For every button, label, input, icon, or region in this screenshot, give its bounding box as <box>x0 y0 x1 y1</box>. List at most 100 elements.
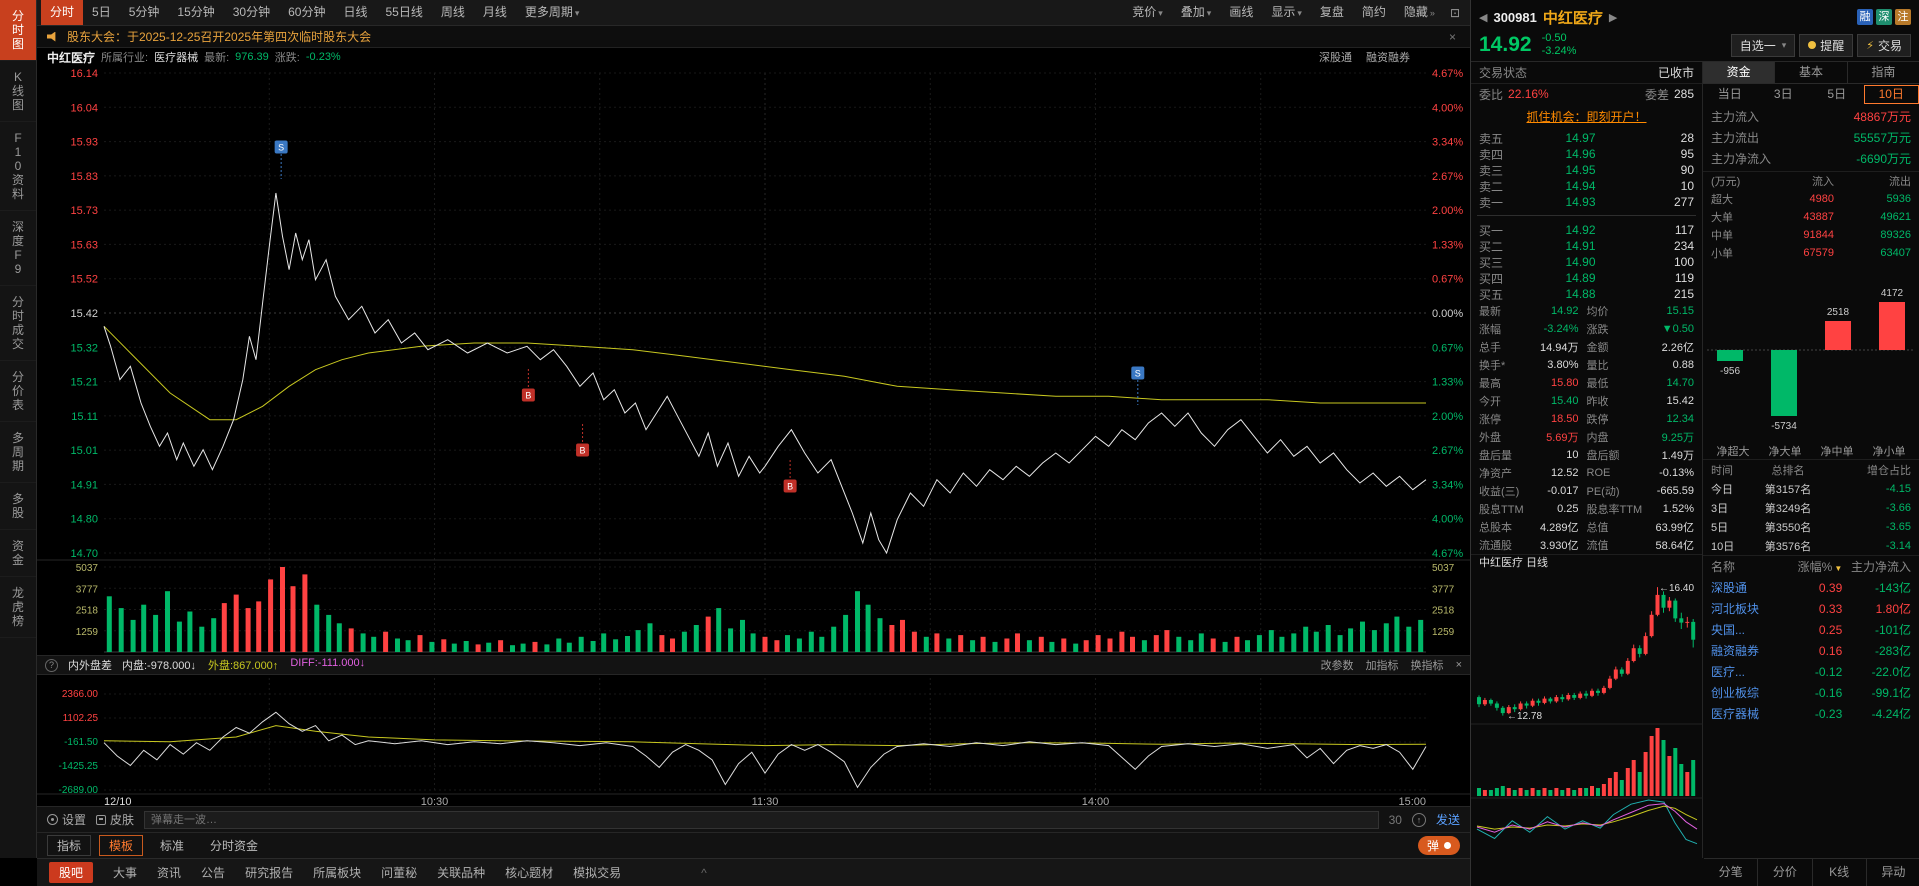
panel-bottom-tab-K线[interactable]: K线 <box>1811 859 1866 886</box>
fund-tab-基本[interactable]: 基本 <box>1774 62 1847 84</box>
indicator-tab[interactable]: 分时资金 <box>201 836 267 855</box>
bottom-tab-股吧[interactable]: 股吧 <box>49 862 94 883</box>
sidebar-item-多周期[interactable]: 多 周 期 <box>0 422 36 483</box>
sector-row[interactable]: 医疗... -0.12 -22.0亿 <box>1703 661 1919 682</box>
sidebar-item-F10资料[interactable]: F 1 0 资 料 <box>0 122 36 211</box>
toolbar-period-tab[interactable]: 55日线 <box>376 0 431 25</box>
sidebar-item-资金[interactable]: 资 金 <box>0 530 36 577</box>
svg-text:1.33%: 1.33% <box>1432 377 1463 389</box>
toolbar-button[interactable]: 复盘 <box>1311 0 1353 25</box>
indicator-tab[interactable]: 模板 <box>99 835 144 856</box>
indicator-action[interactable]: 改参数 <box>1321 657 1354 673</box>
sidebar-item-分时成交[interactable]: 分 时 成 交 <box>0 286 36 361</box>
toolbar-period-tab[interactable]: 15分钟 <box>168 0 223 25</box>
indicator-tab[interactable]: 标准 <box>151 836 193 855</box>
toolbar-period-tab[interactable]: 5分钟 <box>120 0 169 25</box>
announcement-text[interactable]: 股东大会：于2025-12-25召开2025年第四次临时股东大会 <box>67 28 371 45</box>
bottom-tab-模拟交易[interactable]: 模拟交易 <box>573 864 621 881</box>
bottom-tab-关联品种[interactable]: 关联品种 <box>437 864 485 881</box>
add-watchlist-button[interactable]: 自选一 ▾ <box>1730 33 1796 57</box>
skin-button[interactable]: 皮肤 <box>96 811 134 828</box>
market-tag[interactable]: 融资融券 <box>1366 49 1410 65</box>
toolbar-hide-button[interactable]: 隐藏» <box>1395 0 1444 26</box>
mini-chart-title[interactable]: 中红医疗 日线 <box>1471 554 1702 572</box>
toolbar-button[interactable]: 显示 ▾ <box>1262 0 1311 26</box>
fund-period-10日[interactable]: 10日 <box>1863 84 1919 104</box>
toolbar-button[interactable]: 简约 <box>1353 0 1395 25</box>
market-tag[interactable]: 深股通 <box>1319 49 1352 65</box>
sidebar-item-分价表[interactable]: 分 价 表 <box>0 361 36 422</box>
timeline-chart-region[interactable]: 16.14 4.67% 16.04 4.00% 15.93 3.34% 15.83 2.67%… <box>37 66 1470 806</box>
industry-value[interactable]: 医疗器械 <box>154 49 198 65</box>
fund-tab-指南[interactable]: 指南 <box>1846 62 1919 84</box>
bid-row[interactable]: 买二 14.91 234 <box>1471 238 1702 254</box>
bottom-tab-大事[interactable]: 大事 <box>113 864 137 881</box>
help-icon[interactable]: ? <box>45 658 58 672</box>
bid-row[interactable]: 买一 14.92 117 <box>1471 222 1702 238</box>
panel-bottom-tab-分笔[interactable]: 分笔 <box>1704 859 1757 886</box>
panel-bottom-tab-分价[interactable]: 分价 <box>1757 859 1811 886</box>
toolbar-button[interactable]: 叠加 ▾ <box>1172 0 1221 26</box>
bottom-tab-所属板块[interactable]: 所属板块 <box>313 864 361 881</box>
sector-row[interactable]: 融资融券 0.16 -283亿 <box>1703 640 1919 661</box>
sidebar-item-深度F9[interactable]: 深 度 F 9 <box>0 211 36 286</box>
expand-icon[interactable]: ⊡ <box>1444 6 1466 20</box>
trade-button[interactable]: ⚡ 交易 <box>1857 33 1911 57</box>
toolbar-period-tab[interactable]: 月线 <box>474 0 516 25</box>
toolbar-button[interactable]: 竞价 ▾ <box>1123 0 1172 26</box>
fund-period-当日[interactable]: 当日 <box>1703 85 1757 104</box>
bottom-tab-核心题材[interactable]: 核心题材 <box>505 864 553 881</box>
sector-row[interactable]: 深股通 0.39 -143亿 <box>1703 577 1919 598</box>
sidebar-item-分时图[interactable]: 分 时 图 <box>0 0 36 61</box>
bottom-tab-资讯[interactable]: 资讯 <box>157 864 181 881</box>
sidebar-item-龙虎榜[interactable]: 龙 虎 榜 <box>0 577 36 638</box>
toolbar-period-tab[interactable]: 更多周期 ▾ <box>516 0 589 26</box>
ask-row[interactable]: 卖四 14.96 95 <box>1471 146 1702 162</box>
ask-row[interactable]: 卖三 14.95 90 <box>1471 162 1702 178</box>
toolbar-period-tab[interactable]: 分时 <box>41 0 84 25</box>
indicator-action[interactable]: 加指标 <box>1366 657 1399 673</box>
toolbar-period-tab[interactable]: 日线 <box>334 0 376 25</box>
sector-row[interactable]: 创业板综 -0.16 -99.1亿 <box>1703 682 1919 703</box>
toolbar-period-tab[interactable]: 60分钟 <box>279 0 334 25</box>
indicator-tab[interactable]: 指标 <box>47 835 92 856</box>
bid-row[interactable]: 买四 14.89 119 <box>1471 270 1702 286</box>
indicator-name[interactable]: 内外盘差 <box>68 657 112 673</box>
daily-kline-mini-chart[interactable]: ←16.40 ←12.78 <box>1471 572 1703 856</box>
ask-row[interactable]: 卖一 14.93 277 <box>1471 194 1702 210</box>
ask-row[interactable]: 卖二 14.94 10 <box>1471 178 1702 194</box>
toolbar-period-tab[interactable]: 周线 <box>432 0 474 25</box>
send-mode-icon[interactable]: ↑ <box>1411 812 1426 827</box>
toolbar-period-tab[interactable]: 5日 <box>83 0 120 25</box>
bottom-tab-研究报告[interactable]: 研究报告 <box>245 864 293 881</box>
close-icon[interactable]: × <box>1445 30 1460 44</box>
sector-row[interactable]: 河北板块 0.33 1.80亿 <box>1703 598 1919 619</box>
fund-period-3日[interactable]: 3日 <box>1757 85 1811 104</box>
send-button[interactable]: 发送 <box>1436 811 1460 828</box>
panel-bottom-tab-异动[interactable]: 异动 <box>1865 859 1919 886</box>
danmu-input[interactable] <box>144 810 1379 829</box>
open-account-ad-link[interactable]: 抓住机会：即刻开户！ <box>1471 104 1702 130</box>
sidebar-item-多股[interactable]: 多 股 <box>0 483 36 530</box>
indicator-action[interactable]: 换指标 <box>1411 657 1444 673</box>
ask-row[interactable]: 卖五 14.97 28 <box>1471 130 1702 146</box>
bottom-tab-公告[interactable]: 公告 <box>201 864 225 881</box>
bid-row[interactable]: 买三 14.90 100 <box>1471 254 1702 270</box>
danmu-toggle[interactable]: 弹 <box>1417 836 1460 855</box>
sidebar-item-K线图[interactable]: K 线 图 <box>0 61 36 122</box>
prev-stock-icon[interactable]: ◀ <box>1479 11 1487 24</box>
double-arrow-icon: » <box>1429 7 1435 18</box>
settings-button[interactable]: 设置 <box>47 811 86 828</box>
toolbar-period-tab[interactable]: 30分钟 <box>224 0 279 25</box>
bottom-tab-问董秘[interactable]: 问董秘 <box>381 864 417 881</box>
close-icon[interactable]: × <box>1456 659 1462 671</box>
sector-row[interactable]: 央国... 0.25 -101亿 <box>1703 619 1919 640</box>
sector-row[interactable]: 医疗器械 -0.23 -4.24亿 <box>1703 703 1919 724</box>
bid-row[interactable]: 买五 14.88 215 <box>1471 286 1702 302</box>
toolbar-button[interactable]: 画线 <box>1220 0 1262 25</box>
fund-tab-资金[interactable]: 资金 <box>1703 62 1775 84</box>
alert-button[interactable]: 提醒 <box>1799 33 1854 57</box>
collapse-handle-icon[interactable]: ^ <box>701 866 707 880</box>
fund-period-5日[interactable]: 5日 <box>1810 85 1864 104</box>
next-stock-icon[interactable]: ▶ <box>1609 11 1617 24</box>
